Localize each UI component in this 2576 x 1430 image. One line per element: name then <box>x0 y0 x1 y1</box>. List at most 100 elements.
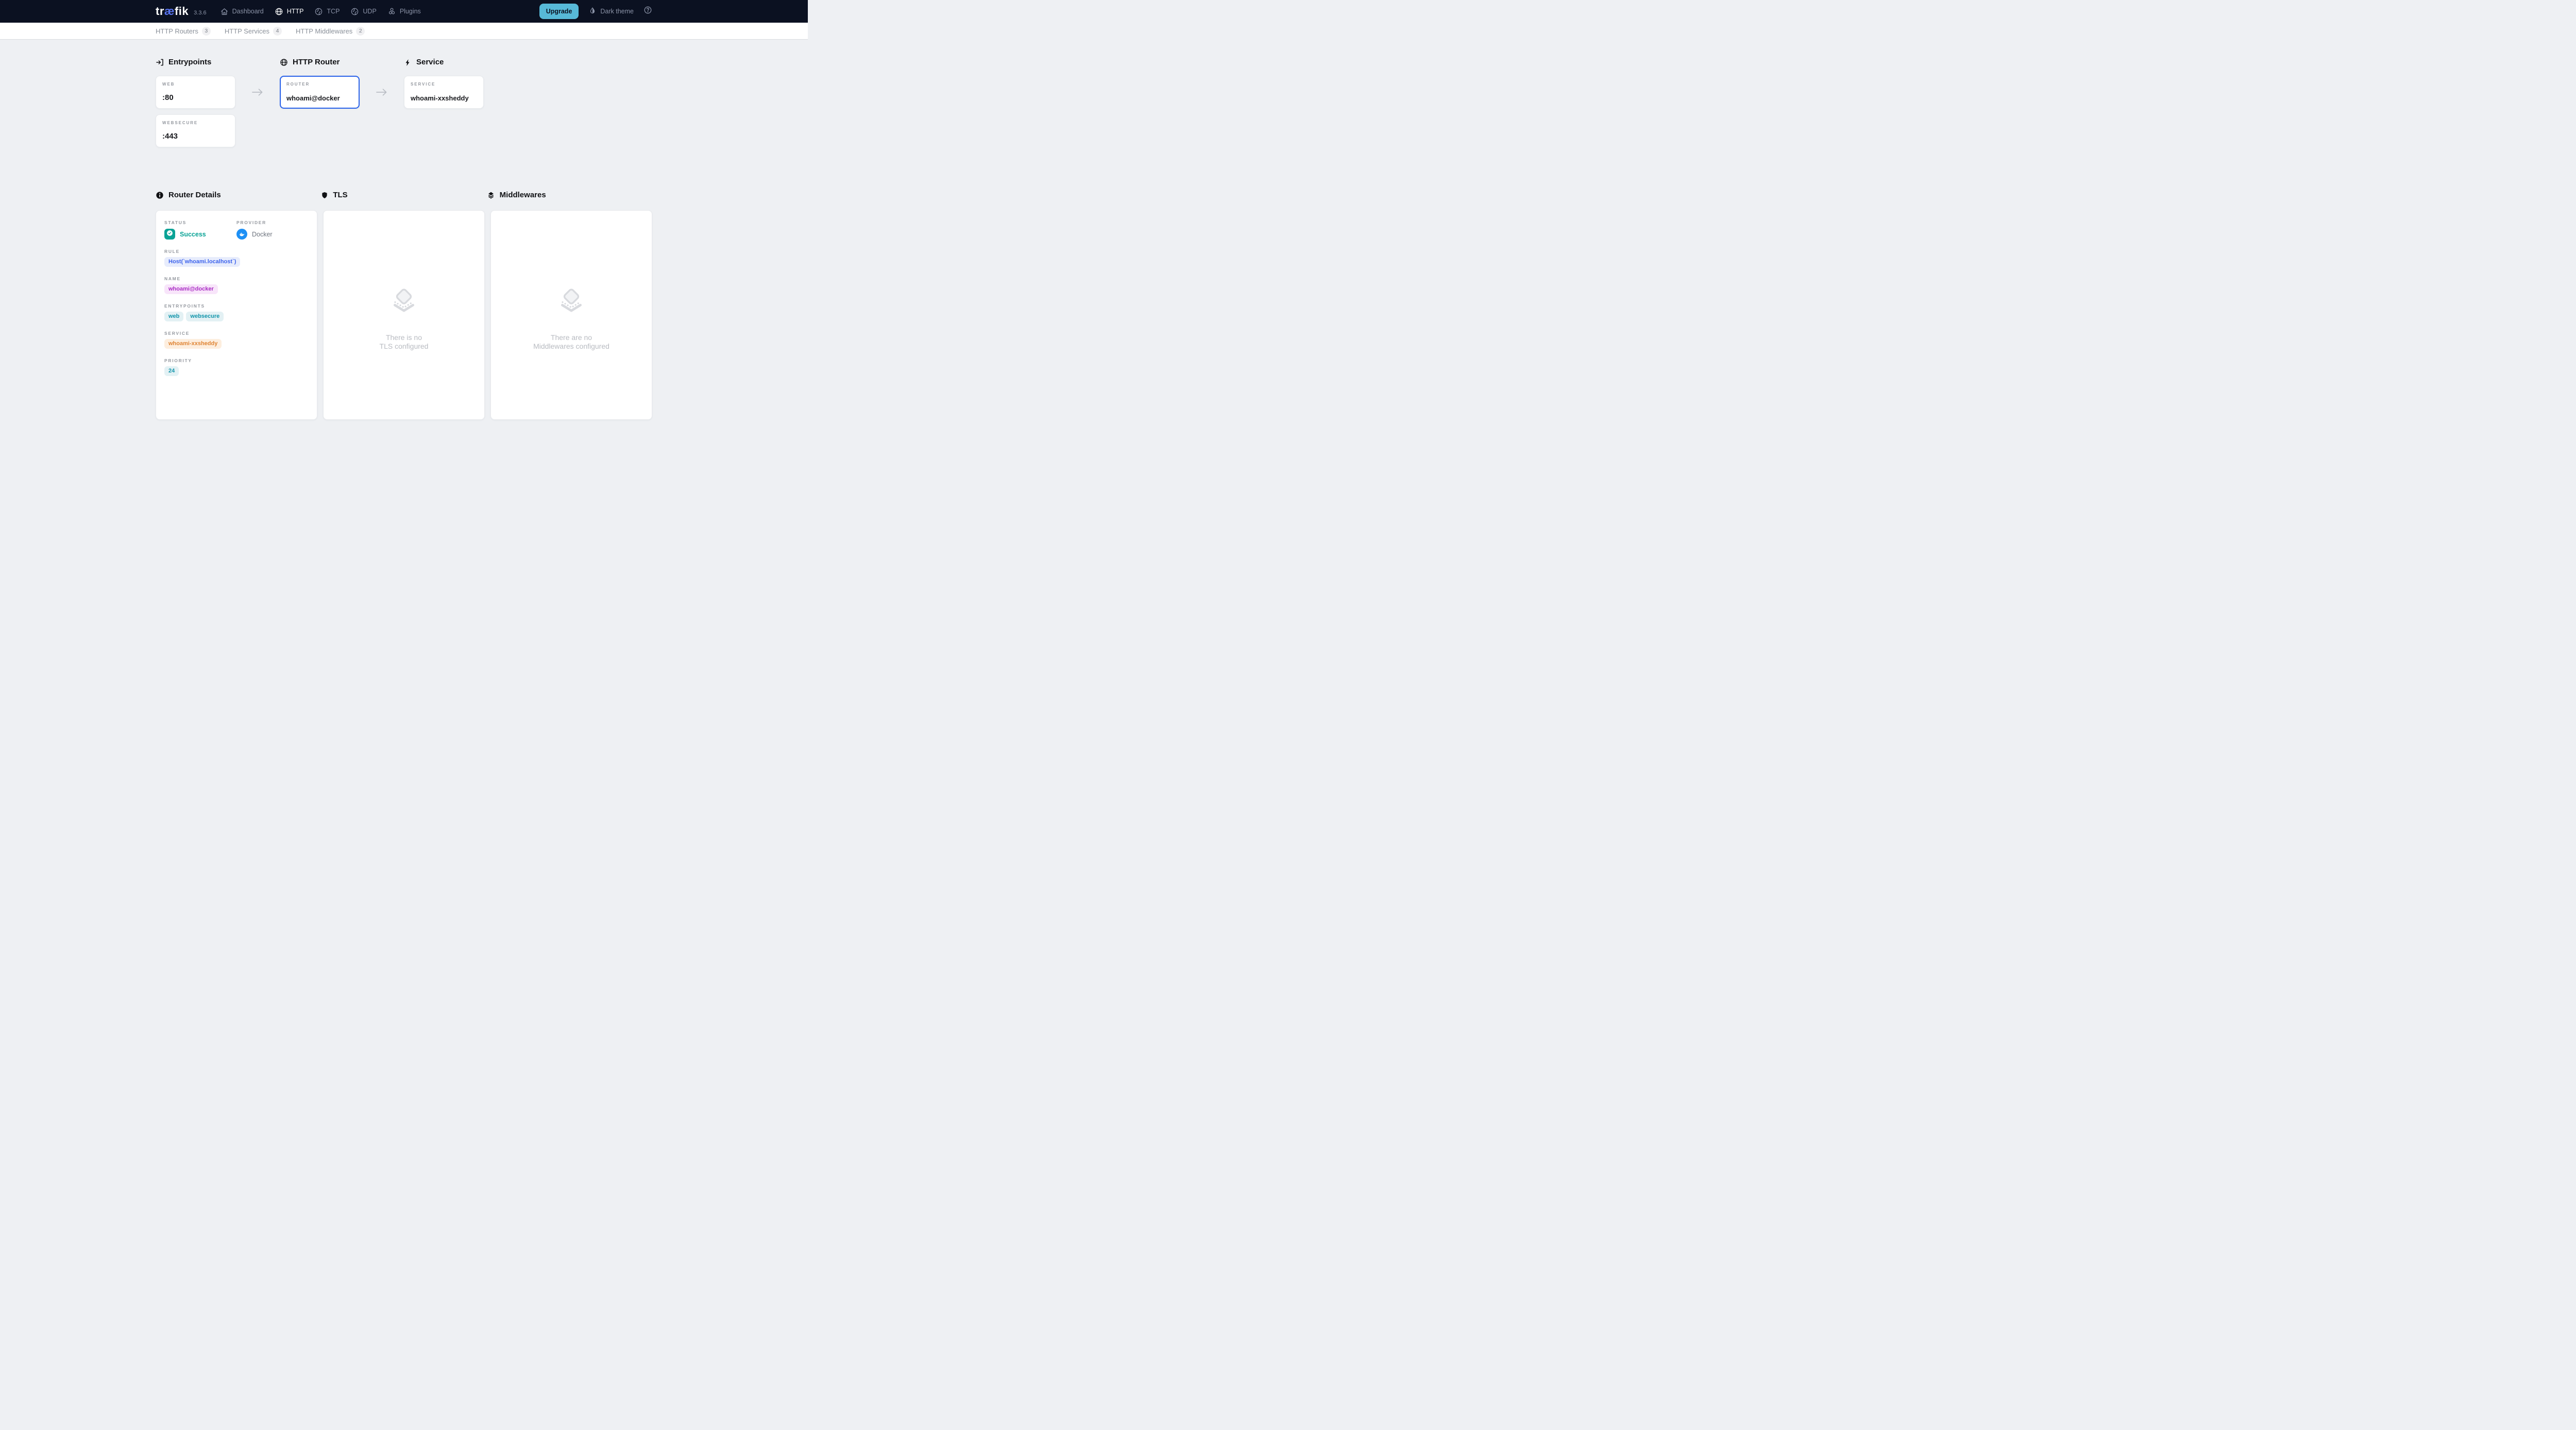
tab-count-badge: 3 <box>202 27 211 36</box>
empty-layers-icon <box>556 287 586 319</box>
priority-chip: 24 <box>164 366 179 376</box>
nav-item-plugins[interactable]: Plugins <box>387 7 421 16</box>
service-label: SERVICE <box>164 331 309 336</box>
panel-title-text: Middlewares <box>500 191 546 200</box>
entrypoint-card-web: WEB :80 <box>156 76 235 109</box>
udp-icon <box>350 7 359 16</box>
help-button[interactable] <box>643 6 652 17</box>
tab-count-badge: 2 <box>356 27 365 36</box>
section-title-text: HTTP Router <box>293 58 340 67</box>
upgrade-button[interactable]: Upgrade <box>539 4 579 19</box>
empty-text-line: There is no <box>380 333 429 342</box>
logo-text-2: fik <box>175 5 189 18</box>
section-title-entrypoints: Entrypoints <box>156 58 280 67</box>
tab-http-middlewares[interactable]: HTTP Middlewares 2 <box>296 27 365 36</box>
nav-item-http[interactable]: HTTP <box>275 7 304 16</box>
provider-label: PROVIDER <box>236 220 309 225</box>
tab-label: HTTP Routers <box>156 27 198 35</box>
panel-title-tls: TLS <box>321 191 486 200</box>
card-value: :80 <box>162 93 229 102</box>
nav-label: HTTP <box>287 8 304 15</box>
globe-icon <box>275 7 283 16</box>
entrypoint-card-websecure: WEBSECURE :443 <box>156 114 235 147</box>
shield-icon <box>321 191 328 199</box>
section-title-text: Service <box>416 58 444 67</box>
docker-icon <box>236 229 247 240</box>
card-label: ROUTER <box>286 82 353 87</box>
status-value: Success <box>180 231 206 238</box>
service-chip[interactable]: whoami-xxsheddy <box>164 339 222 349</box>
subnav: HTTP Routers 3 HTTP Services 4 HTTP Midd… <box>0 23 808 40</box>
section-title-text: Entrypoints <box>168 58 211 67</box>
rule-label: RULE <box>164 249 309 254</box>
nav-item-dashboard[interactable]: Dashboard <box>220 7 264 16</box>
status-label: STATUS <box>164 220 236 225</box>
nav-item-udp[interactable]: UDP <box>350 7 376 16</box>
traefik-logo: træfik <box>156 6 189 17</box>
panel-title-router-details: Router Details <box>156 191 321 200</box>
bolt-icon <box>404 59 412 66</box>
empty-text-line: There are no <box>533 333 609 342</box>
tab-label: HTTP Services <box>225 27 269 35</box>
card-label: SERVICE <box>411 82 477 87</box>
nav-label: Dashboard <box>232 8 264 15</box>
nav-label: Plugins <box>400 8 421 15</box>
tab-http-services[interactable]: HTTP Services 4 <box>225 27 282 36</box>
main-content: Entrypoints HTTP Router Service WEB :80 <box>156 40 652 420</box>
globe-heading-icon <box>280 58 288 66</box>
tab-count-badge: 4 <box>273 27 282 36</box>
theme-toggle[interactable]: Dark theme <box>588 7 634 16</box>
router-card: ROUTER whoami@docker <box>280 76 360 109</box>
router-details-panel: STATUS Success PROVIDER <box>156 210 317 420</box>
empty-text-line: TLS configured <box>380 342 429 351</box>
name-label: NAME <box>164 276 309 281</box>
theme-toggle-label: Dark theme <box>600 8 634 15</box>
entrypoints-icon <box>156 58 164 66</box>
droplet-icon <box>588 7 597 16</box>
service-card: SERVICE whoami-xxsheddy <box>404 76 484 109</box>
app-navbar: træfik 3.3.6 Dashboard HTTP TCP <box>0 0 808 23</box>
tls-empty-text: There is no TLS configured <box>380 333 429 351</box>
entrypoints-label: ENTRYPOINTS <box>164 303 309 309</box>
tcp-icon <box>314 7 323 16</box>
nav-label: UDP <box>363 8 376 15</box>
logo-ae: æ <box>164 5 175 18</box>
entrypoint-chip-websecure: websecure <box>186 312 224 321</box>
nav-label: TCP <box>327 8 340 15</box>
info-icon <box>156 191 164 199</box>
panel-title-text: Router Details <box>168 191 221 200</box>
name-chip: whoami@docker <box>164 284 218 294</box>
empty-layers-icon <box>389 287 419 319</box>
card-label: WEB <box>162 82 229 87</box>
card-value: whoami-xxsheddy <box>411 94 477 102</box>
priority-label: PRIORITY <box>164 358 309 363</box>
tab-label: HTTP Middlewares <box>296 27 352 35</box>
help-icon <box>643 6 652 17</box>
middlewares-panel: There are no Middlewares configured <box>490 210 652 420</box>
panel-title-text: TLS <box>333 191 347 200</box>
card-value: whoami@docker <box>286 94 353 102</box>
section-title-http-router: HTTP Router <box>280 58 404 67</box>
panel-title-middlewares: Middlewares <box>487 191 652 200</box>
empty-text-line: Middlewares configured <box>533 342 609 351</box>
layers-icon <box>487 191 495 199</box>
status-badge <box>164 229 175 240</box>
check-icon <box>166 229 174 240</box>
main-nav: Dashboard HTTP TCP UDP <box>220 7 421 16</box>
section-title-service: Service <box>404 58 528 67</box>
card-value: :443 <box>162 132 229 141</box>
tls-panel: There is no TLS configured <box>323 210 485 420</box>
plugins-icon <box>387 7 396 16</box>
middlewares-empty-text: There are no Middlewares configured <box>533 333 609 351</box>
entrypoint-chip-web: web <box>164 312 183 321</box>
tab-http-routers[interactable]: HTTP Routers 3 <box>156 27 211 36</box>
card-label: WEBSECURE <box>162 121 229 125</box>
rule-chip: Host(`whoami.localhost`) <box>164 257 240 267</box>
logo-text: tr <box>156 5 164 18</box>
version-label: 3.3.6 <box>194 10 206 16</box>
provider-value: Docker <box>252 231 273 238</box>
nav-item-tcp[interactable]: TCP <box>314 7 340 16</box>
flow-arrow-icon <box>235 76 280 109</box>
flow-arrow-icon <box>360 76 404 109</box>
home-icon <box>220 7 229 16</box>
